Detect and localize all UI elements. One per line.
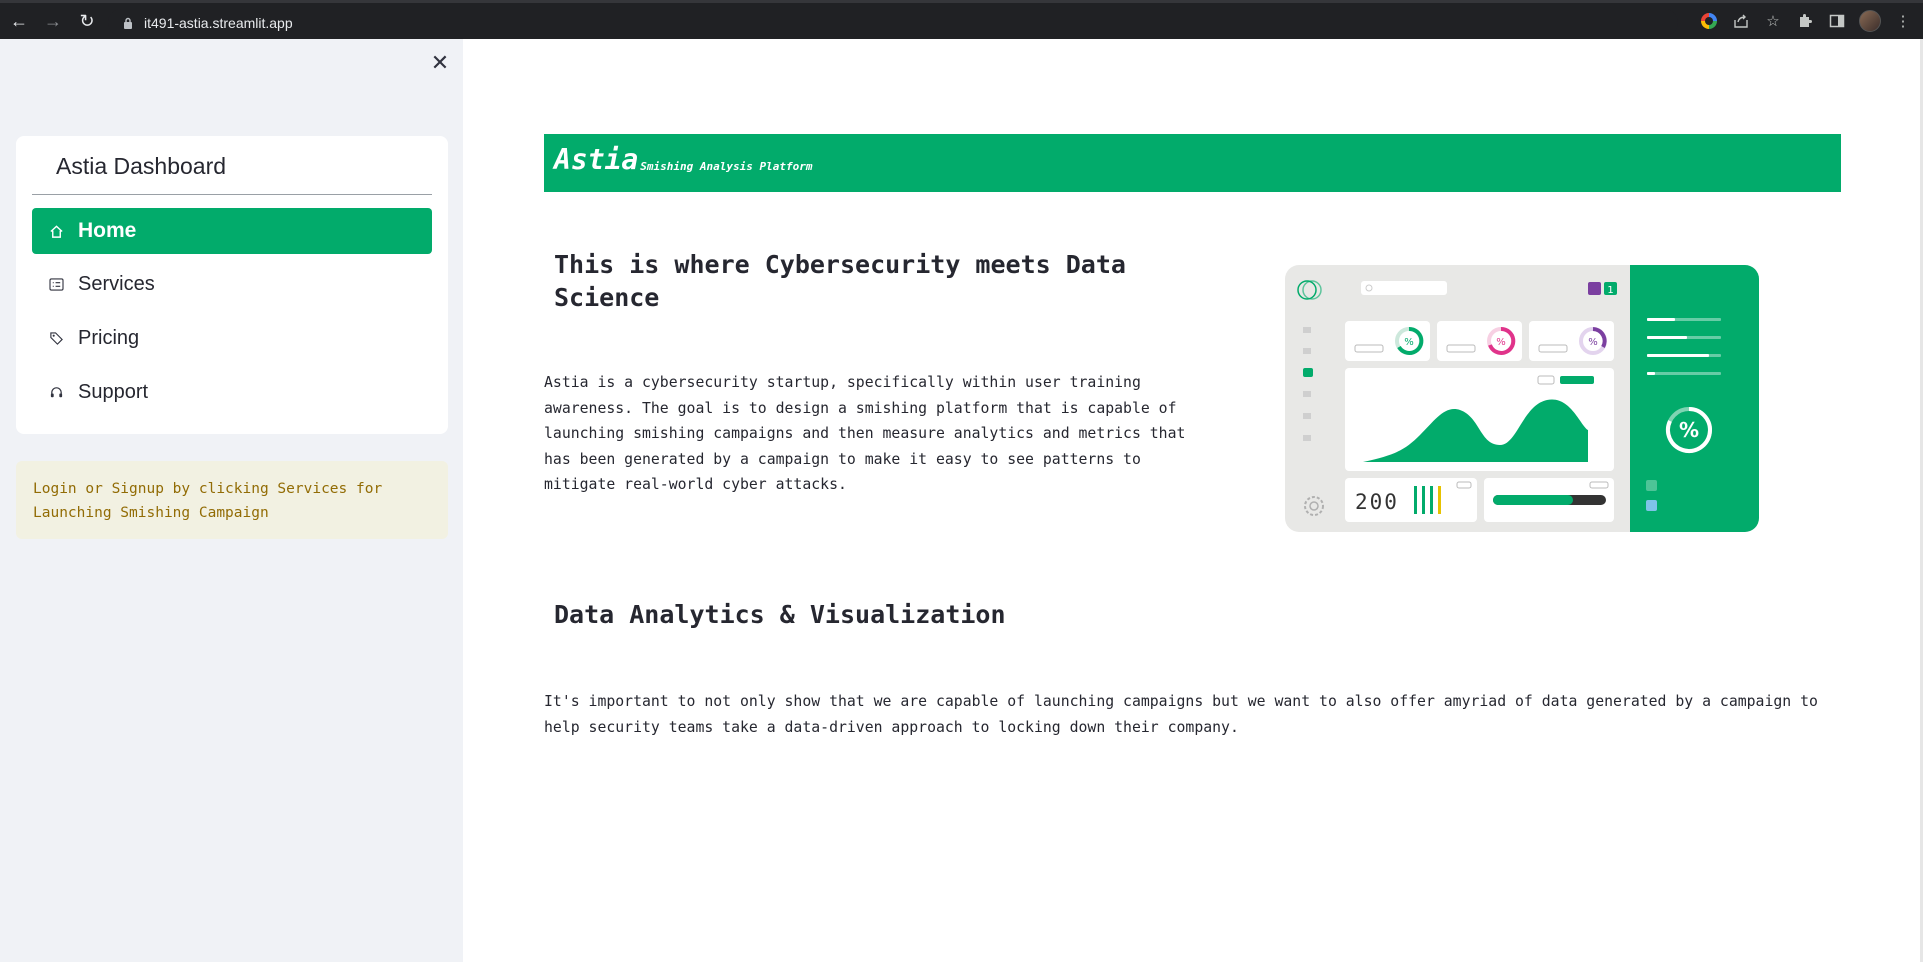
svg-text:%: %	[1404, 337, 1414, 348]
paragraph-line: It's important to not only show that we …	[544, 693, 1818, 710]
banner-subtitle: Smishing Analysis Platform	[640, 160, 813, 173]
star-icon[interactable]: ☆	[1763, 11, 1783, 31]
menu-divider	[32, 194, 432, 195]
share-icon[interactable]	[1731, 11, 1751, 31]
header-banner: Astia Smishing Analysis Platform	[544, 134, 1841, 192]
forward-icon[interactable]: →	[38, 6, 68, 36]
info-text-line: Launching Smishing Campaign	[33, 505, 269, 521]
heading-line: Science	[554, 283, 660, 312]
info-alert: Login or Signup by clicking Services for…	[16, 461, 448, 539]
svg-text:%: %	[1496, 337, 1506, 348]
sidebar-item-home[interactable]: Home	[32, 208, 432, 254]
headset-icon	[46, 385, 66, 400]
back-icon[interactable]: ←	[4, 6, 34, 36]
sidebar-item-pricing[interactable]: Pricing	[32, 315, 432, 361]
section-paragraph: Astia is a cybersecurity startup, specif…	[544, 370, 1224, 498]
svg-text:%: %	[1588, 337, 1598, 348]
sidebar: ✕ Astia Dashboard Home Services Pricing	[0, 39, 463, 962]
illustration-counter: 200	[1355, 490, 1399, 514]
house-icon	[46, 224, 66, 239]
browser-toolbar: ← → ↻ it491-astia.streamlit.app ☆ ⋮	[0, 0, 1923, 39]
sidebar-item-services[interactable]: Services	[32, 261, 432, 307]
paragraph-line: help security teams take a data-driven a…	[544, 718, 1239, 736]
google-icon[interactable]	[1699, 11, 1719, 31]
card-list-icon	[46, 277, 66, 291]
lock-icon	[120, 15, 136, 31]
option-menu: Astia Dashboard Home Services Pricing Su	[16, 136, 448, 434]
profile-avatar[interactable]	[1859, 10, 1881, 32]
paragraph-line: mitigate real-world cyber attacks.	[544, 476, 847, 494]
kebab-menu-icon[interactable]: ⋮	[1893, 11, 1913, 31]
section-heading: This is where Cybersecurity meets Data S…	[554, 248, 1126, 314]
side-panel-icon[interactable]	[1827, 11, 1847, 31]
heading-line: This is where Cybersecurity meets Data	[554, 250, 1126, 279]
main-content: Astia Smishing Analysis Platform This is…	[463, 39, 1923, 962]
paragraph-line: has been generated by a campaign to make…	[544, 450, 1141, 468]
paragraph-line: Astia is a cybersecurity startup, specif…	[544, 374, 1141, 391]
section-heading: Data Analytics & Visualization	[554, 600, 1006, 629]
extensions-icon[interactable]	[1795, 11, 1815, 31]
reload-icon[interactable]: ↻	[72, 6, 102, 36]
info-text-line: Login or Signup by clicking Services for	[33, 481, 383, 497]
banner-title: Astia	[554, 143, 639, 176]
paragraph-line: awareness. The goal is to design a smish…	[544, 399, 1177, 417]
sidebar-item-label: Support	[78, 380, 149, 403]
sidebar-item-label: Services	[78, 272, 155, 295]
tags-icon	[46, 331, 66, 346]
section-paragraph: It's important to not only show that we …	[544, 689, 1844, 740]
sidebar-item-label: Home	[78, 219, 137, 242]
paragraph-line: launching smishing campaigns and then me…	[544, 425, 1186, 443]
sidebar-item-label: Pricing	[78, 326, 140, 349]
sidebar-item-support[interactable]: Support	[32, 369, 432, 415]
menu-title: Astia Dashboard	[56, 153, 227, 179]
percent-gauge-label: %	[1679, 418, 1699, 442]
close-sidebar-icon[interactable]: ✕	[428, 50, 452, 75]
url-text: it491-astia.streamlit.app	[144, 14, 293, 31]
badge-count: 1	[1607, 285, 1613, 296]
address-bar[interactable]: it491-astia.streamlit.app	[108, 9, 1678, 36]
dashboard-illustration: 1 % % % 200 %	[1285, 265, 1759, 532]
